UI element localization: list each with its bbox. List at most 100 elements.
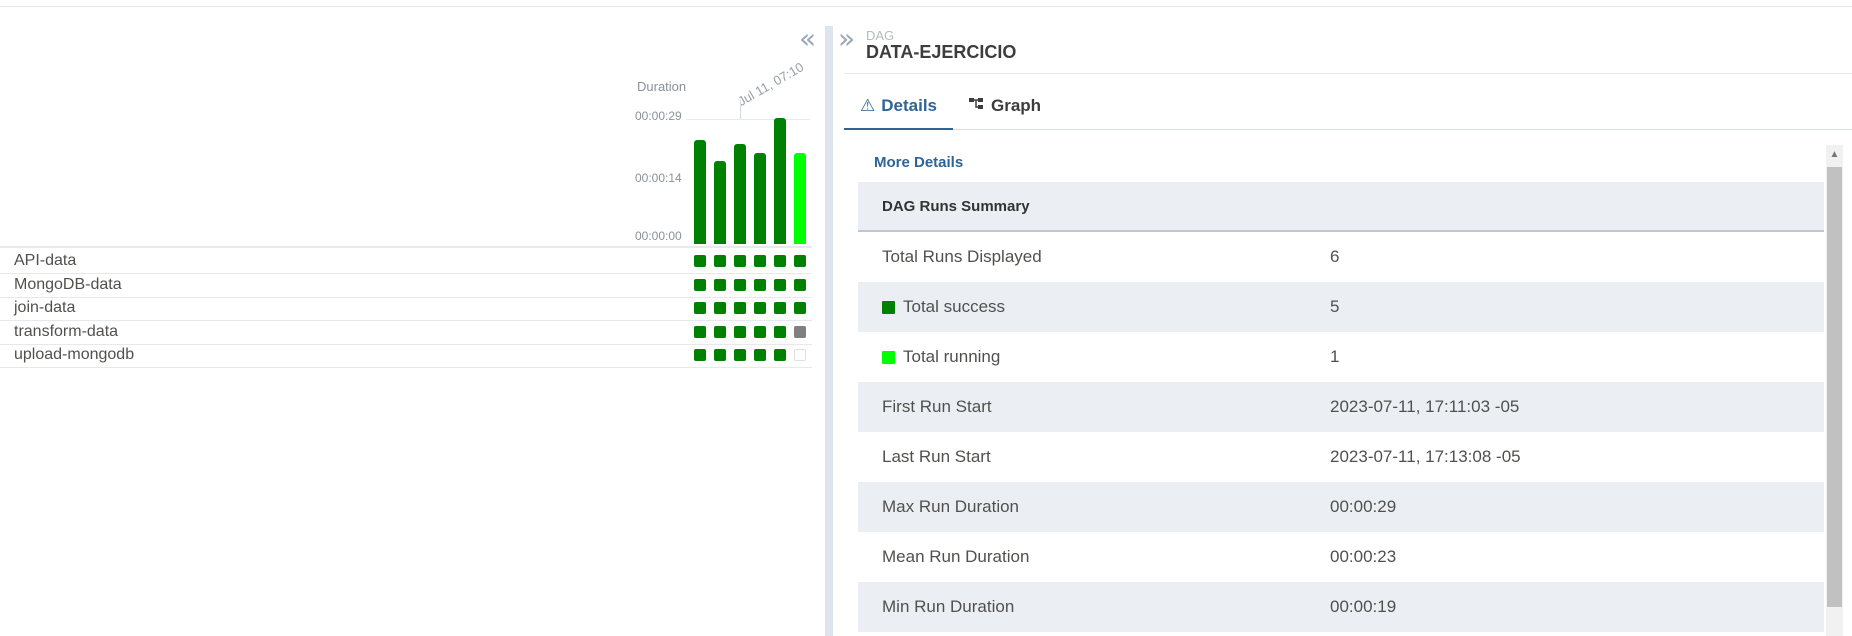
task-instance-status[interactable] — [754, 255, 766, 267]
task-name[interactable]: join-data — [14, 299, 75, 317]
summary-row-value: 6 — [1330, 247, 1340, 266]
task-instance-status[interactable] — [774, 255, 786, 267]
summary-row: Max Run Duration 00:00:29 — [858, 482, 1824, 532]
summary-row-value: 5 — [1330, 297, 1340, 316]
graph-tree-icon — [969, 96, 985, 116]
status-legend-square-icon — [882, 300, 895, 314]
summary-row: Total success 5 — [858, 282, 1824, 332]
axis-tick-max: 00:00:29 — [635, 109, 682, 123]
header-divider — [844, 73, 1852, 74]
details-scrollbar[interactable]: ▲ — [1826, 145, 1843, 636]
task-instance-status[interactable] — [714, 325, 726, 338]
summary-row-label: Min Run Duration — [882, 597, 1014, 617]
task-instance-status[interactable] — [694, 349, 706, 361]
summary-row: Total running 1 — [858, 332, 1824, 382]
summary-row-label-text: Total running — [903, 347, 1001, 366]
summary-row-value: 00:00:29 — [1330, 497, 1397, 516]
task-instance-status[interactable] — [714, 349, 726, 361]
task-instance-status[interactable] — [734, 325, 746, 338]
task-instance-status[interactable] — [794, 302, 806, 314]
summary-row-value: 2023-07-11, 17:13:08 -05 — [1330, 447, 1521, 466]
max-duration-gridline — [686, 119, 810, 120]
summary-row-label: Mean Run Duration — [882, 547, 1029, 567]
task-instance-status[interactable] — [774, 302, 786, 314]
summary-row-label-text: Min Run Duration — [882, 597, 1015, 616]
task-row[interactable]: API-data — [0, 250, 812, 274]
task-instance-status[interactable] — [694, 302, 706, 314]
tab-graph-label: Graph — [991, 96, 1042, 115]
tab-details-label: Details — [881, 96, 937, 115]
summary-title: DAG Runs Summary — [858, 182, 1824, 232]
task-instance-status[interactable] — [794, 349, 806, 361]
summary-row: Total Runs Displayed 6 — [858, 232, 1824, 282]
task-row[interactable]: MongoDB-data — [0, 274, 812, 298]
task-instance-status[interactable] — [734, 302, 746, 314]
duration-bar[interactable] — [734, 144, 746, 244]
task-instance-status[interactable] — [774, 278, 786, 291]
task-instance-status[interactable] — [794, 278, 806, 291]
task-instance-status[interactable] — [794, 325, 806, 338]
task-name[interactable]: API-data — [14, 252, 76, 270]
tab-graph[interactable]: Graph — [969, 88, 1069, 130]
summary-row-value: 00:00:19 — [1330, 597, 1397, 616]
duration-bar[interactable] — [694, 140, 706, 244]
summary-row-label-text: Total success — [903, 297, 1006, 316]
dag-caption: DAG — [866, 28, 895, 43]
summary-row: Min Run Duration 00:00:19 — [858, 582, 1824, 632]
collapse-grid-icon[interactable]: « — [799, 25, 816, 53]
run-date-tick — [740, 100, 741, 120]
scroll-up-arrow-icon[interactable]: ▲ — [1826, 145, 1843, 165]
summary-row-label: First Run Start — [882, 397, 992, 417]
task-instance-status[interactable] — [734, 278, 746, 291]
summary-row: First Run Start 2023-07-11, 17:11:03 -05 — [858, 382, 1824, 432]
summary-row-label-text: Total Runs Displayed — [882, 247, 1042, 266]
task-instance-status[interactable] — [694, 278, 706, 291]
expand-details-icon[interactable]: » — [838, 25, 855, 53]
task-instance-status[interactable] — [714, 278, 726, 291]
summary-row-label-text: Max Run Duration — [882, 497, 1020, 516]
summary-row-label: Last Run Start — [882, 447, 991, 467]
task-name[interactable]: transform-data — [14, 323, 118, 341]
status-legend-square-icon — [882, 350, 895, 364]
task-instance-status[interactable] — [754, 349, 766, 361]
task-instance-status[interactable] — [694, 255, 706, 267]
axis-tick-mid: 00:00:14 — [635, 171, 682, 185]
task-instance-status[interactable] — [754, 278, 766, 291]
duration-bar[interactable] — [794, 153, 806, 244]
summary-row-value: 2023-07-11, 17:11:03 -05 — [1330, 397, 1520, 416]
task-instance-status[interactable] — [754, 302, 766, 314]
task-instance-status[interactable] — [714, 255, 726, 267]
task-name[interactable]: upload-mongodb — [14, 346, 134, 364]
task-instance-status[interactable] — [774, 325, 786, 338]
summary-row-label-text: First Run Start — [882, 397, 992, 416]
summary-row-value: 00:00:23 — [1330, 547, 1397, 566]
summary-row-label: Total Runs Displayed — [882, 247, 1042, 267]
dag-runs-summary-table: DAG Runs Summary Total Runs Displayed 6 To… — [858, 182, 1824, 632]
task-instance-status[interactable] — [734, 349, 746, 361]
more-details-link[interactable]: More Details — [874, 154, 963, 171]
task-instance-status[interactable] — [714, 302, 726, 314]
summary-row-label: Total success — [882, 297, 1005, 317]
summary-row-value: 1 — [1330, 347, 1340, 366]
task-instance-status[interactable] — [774, 349, 786, 361]
task-instance-status[interactable] — [734, 255, 746, 267]
summary-row-label-text: Mean Run Duration — [882, 547, 1030, 566]
task-name[interactable]: MongoDB-data — [14, 276, 122, 294]
bars-baseline — [0, 246, 812, 248]
tab-details[interactable]: ⚠ Details — [844, 88, 953, 130]
task-row[interactable]: upload-mongodb — [0, 344, 812, 368]
run-date-label: Jul 11, 07:10 — [735, 59, 807, 109]
task-instance-status[interactable] — [694, 325, 706, 338]
duration-bar[interactable] — [774, 118, 786, 244]
task-row[interactable]: join-data — [0, 297, 812, 321]
task-row[interactable]: transform-data — [0, 321, 812, 345]
summary-row-label: Total running — [882, 347, 1000, 367]
panel-resize-divider[interactable] — [825, 26, 833, 636]
task-instance-status[interactable] — [754, 325, 766, 338]
task-instance-status[interactable] — [794, 255, 806, 267]
summary-row-label: Max Run Duration — [882, 497, 1019, 517]
duration-bar[interactable] — [754, 153, 766, 244]
duration-bar[interactable] — [714, 161, 726, 244]
duration-axis-label: Duration — [637, 79, 687, 94]
scroll-thumb[interactable] — [1827, 167, 1842, 607]
